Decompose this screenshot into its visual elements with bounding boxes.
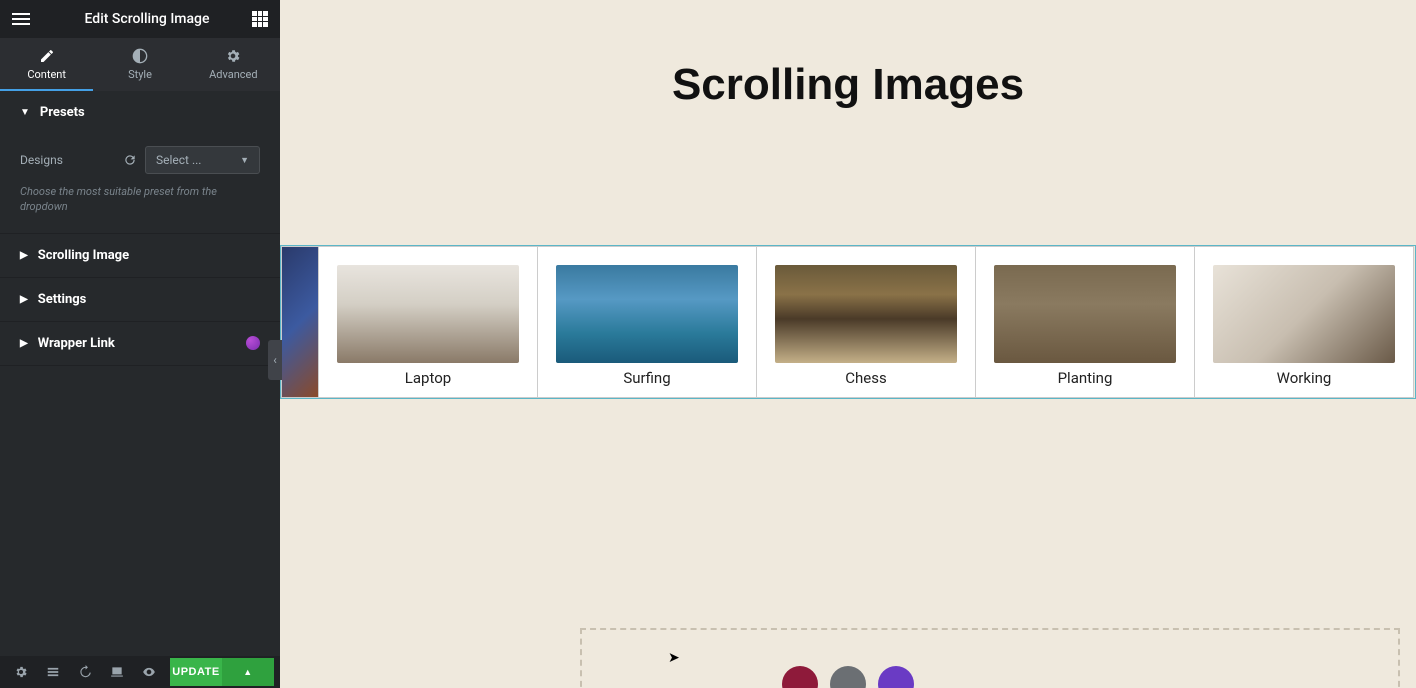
widgets-grid-icon[interactable] bbox=[252, 11, 268, 27]
carousel-track: Laptop Surfing Chess Planting Working bbox=[281, 246, 1415, 398]
tab-content[interactable]: Content bbox=[0, 38, 93, 91]
history-button[interactable] bbox=[70, 657, 100, 687]
sidebar-header: Edit Scrolling Image bbox=[0, 0, 280, 38]
refresh-icon[interactable] bbox=[123, 153, 137, 167]
section-presets-header[interactable]: ▼ Presets bbox=[0, 91, 280, 134]
card-caption: Surfing bbox=[556, 369, 738, 387]
scrolling-image-widget[interactable]: Laptop Surfing Chess Planting Working bbox=[280, 245, 1416, 399]
collapse-sidebar-handle[interactable] bbox=[268, 340, 282, 380]
footer-circle-button[interactable] bbox=[830, 666, 866, 688]
responsive-button[interactable] bbox=[102, 657, 132, 687]
menu-icon[interactable] bbox=[12, 10, 30, 28]
footer-circle-button[interactable] bbox=[782, 666, 818, 688]
carousel-card-partial[interactable] bbox=[281, 246, 319, 398]
navigator-button[interactable] bbox=[38, 657, 68, 687]
wrapper-link-indicator-icon bbox=[246, 336, 260, 350]
carousel-card[interactable]: Laptop bbox=[318, 246, 538, 398]
caret-down-icon: ▼ bbox=[20, 107, 30, 118]
editor-sidebar: Edit Scrolling Image Content Style Advan… bbox=[0, 0, 280, 688]
gear-icon bbox=[225, 48, 241, 64]
tab-advanced[interactable]: Advanced bbox=[187, 38, 280, 91]
tab-style[interactable]: Style bbox=[93, 38, 186, 91]
settings-button[interactable] bbox=[6, 657, 36, 687]
section-scrolling-image: ▶ Scrolling Image bbox=[0, 234, 280, 278]
caret-right-icon: ▶ bbox=[20, 294, 28, 305]
section-settings-header[interactable]: ▶ Settings bbox=[0, 278, 280, 321]
carousel-card[interactable]: Planting bbox=[975, 246, 1195, 398]
page-title: Scrolling Images bbox=[280, 60, 1416, 110]
section-settings: ▶ Settings bbox=[0, 278, 280, 322]
add-section-dropzone[interactable] bbox=[580, 628, 1400, 688]
sidebar-footer: UPDATE ▲ bbox=[0, 656, 280, 688]
section-presets: ▼ Presets Designs Select ... ▼ Choose th… bbox=[0, 91, 280, 234]
preview-canvas: Scrolling Images Laptop Surfing Chess Pl… bbox=[280, 0, 1416, 688]
chevron-down-icon: ▼ bbox=[240, 155, 249, 166]
image-thumbnail bbox=[994, 265, 1176, 363]
caret-right-icon: ▶ bbox=[20, 250, 28, 261]
designs-select[interactable]: Select ... ▼ bbox=[145, 146, 260, 174]
section-scrolling-image-header[interactable]: ▶ Scrolling Image bbox=[0, 234, 280, 277]
image-thumbnail bbox=[282, 247, 318, 397]
carousel-card[interactable]: Chess bbox=[756, 246, 976, 398]
footer-action-buttons bbox=[782, 666, 914, 688]
presets-hint: Choose the most suitable preset from the… bbox=[20, 184, 260, 215]
card-caption: Laptop bbox=[337, 369, 519, 387]
section-presets-body: Designs Select ... ▼ Choose the most sui… bbox=[0, 134, 280, 233]
image-thumbnail bbox=[337, 265, 519, 363]
tab-bar: Content Style Advanced bbox=[0, 38, 280, 91]
card-caption: Chess bbox=[775, 369, 957, 387]
image-thumbnail bbox=[1213, 265, 1395, 363]
carousel-card[interactable]: Working bbox=[1194, 246, 1414, 398]
image-thumbnail bbox=[556, 265, 738, 363]
preview-button[interactable] bbox=[134, 657, 164, 687]
card-caption: Working bbox=[1213, 369, 1395, 387]
section-wrapper-link-header[interactable]: ▶ Wrapper Link bbox=[0, 322, 280, 365]
caret-right-icon: ▶ bbox=[20, 338, 28, 349]
update-options-button[interactable]: ▲ bbox=[222, 658, 274, 686]
contrast-icon bbox=[132, 48, 148, 64]
section-wrapper-link: ▶ Wrapper Link bbox=[0, 322, 280, 366]
footer-circle-button[interactable] bbox=[878, 666, 914, 688]
panel-title: Edit Scrolling Image bbox=[42, 11, 252, 27]
pencil-icon bbox=[39, 48, 55, 64]
card-caption: Planting bbox=[994, 369, 1176, 387]
designs-label: Designs bbox=[20, 153, 123, 167]
update-button[interactable]: UPDATE bbox=[170, 658, 222, 686]
image-thumbnail bbox=[775, 265, 957, 363]
carousel-card[interactable]: Surfing bbox=[537, 246, 757, 398]
